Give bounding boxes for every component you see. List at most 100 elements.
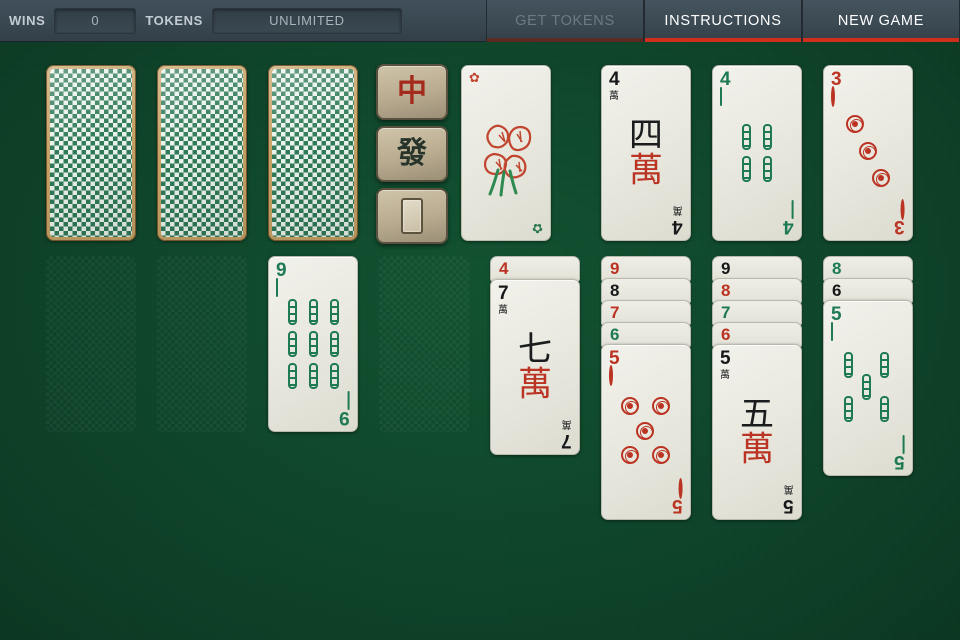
card-index-bottom-right: 5 [894,435,905,472]
rank-text: 4 [672,216,683,237]
flower-corner-icon-bottom: ✿ [532,220,543,235]
card-7-characters[interactable]: 7 萬 七 萬 7 萬 [490,279,580,455]
circle-suit-icon [901,199,905,220]
card-5-bamboo[interactable]: 5 5 [823,300,913,476]
rank-text: 5 [672,495,683,516]
tableau-column-1[interactable] [46,256,136,432]
card-index-top-left: 5 [609,349,620,386]
rank-text: 4 [783,216,794,237]
suit-glyph: 萬 [720,370,730,381]
rank-text: 8 [610,281,620,300]
red-dragon-slot[interactable]: 中 [376,64,448,120]
card-index-bottom-right: 7 萬 [561,418,572,451]
card-center-art [824,348,912,428]
bamboo-row [287,299,339,325]
circle-icon [652,446,670,464]
suit-glyph: 萬 [784,483,794,494]
rank-text: 7 [721,303,731,322]
bamboo-icon [844,352,853,378]
circle-icon [872,169,890,187]
card-5-characters[interactable]: 5 萬 五 萬 5 萬 [712,344,802,520]
circle-icon [621,397,639,415]
bamboo-suit-icon [831,322,833,341]
card-9-bamboo[interactable]: 9 9 [268,256,358,432]
card-index-top-left: 4 萬 [609,70,620,102]
bamboo-icon [329,363,339,389]
white-dragon-icon [401,198,423,234]
card-index-top-left: 3 [831,70,842,107]
card-index-top-left: 9 [276,261,287,297]
card-center-art: 五 萬 [713,397,801,466]
rank-text: 7 [610,303,620,322]
circle-suit-icon [831,86,835,107]
circle-icon [621,446,639,464]
center-number-glyph: 七 [518,329,552,370]
rank-text: 5 [894,451,905,472]
instructions-label: INSTRUCTIONS [664,13,782,29]
card-4-bamboo[interactable]: 4 4 [712,65,802,241]
flower-card[interactable]: ✿ ✿ [461,65,551,241]
card-center-art [713,124,801,182]
card-index-top-left: 5 [831,305,842,341]
card-center-art [269,299,357,389]
bamboo-icon [287,331,297,357]
wins-value: 0 [91,13,100,28]
tokens-label: TOKENS [145,13,203,28]
rank-text: 9 [339,407,350,428]
card-index-bottom-right: 4 萬 [672,204,683,237]
rank-text: 6 [610,325,620,344]
get-tokens-button[interactable]: GET TOKENS [486,0,644,42]
card-index-top-left: 4 [720,69,731,106]
center-number-glyph: 四 [629,115,663,156]
wins-value-field: 0 [54,7,137,34]
rank-text: 3 [894,216,905,237]
new-game-button[interactable]: NEW GAME [802,0,960,42]
card-center-art: 七 萬 [491,332,579,401]
tableau-column-4[interactable] [379,256,469,432]
tokens-group: TOKENS UNLIMITED [136,0,402,41]
bamboo-suit-icon [903,435,905,454]
card-index-top-left: 5 萬 [720,349,731,381]
circle-icon [859,142,877,160]
card-back-1[interactable] [46,65,136,241]
card-index-bottom-right: 4 [783,200,794,237]
rank-text: 4 [720,69,731,90]
bamboo-icon [844,396,853,422]
center-suit-glyph: 萬 [518,364,552,404]
circle-suit-icon [609,365,613,386]
circle-icon [846,115,864,133]
card-back-3[interactable] [268,65,358,241]
green-dragon-slot[interactable]: 發 [376,126,448,182]
card-center-art [602,393,690,471]
bamboo-icon [287,299,297,325]
bamboo-icon [742,156,751,182]
suit-glyph: 萬 [609,91,619,102]
red-dragon-glyph: 中 [397,74,427,109]
bamboo-row [742,156,772,182]
new-game-label: NEW GAME [837,13,925,29]
tokens-value: UNLIMITED [269,13,345,28]
rank-text: 7 [561,430,572,451]
rank-text: 9 [610,259,620,278]
card-center-art [824,107,912,199]
card-5-circles[interactable]: 5 5 [601,344,691,520]
rank-text: 6 [832,281,842,300]
bamboo-icon [862,374,871,400]
tokens-value-field: UNLIMITED [211,7,402,34]
rank-text: 5 [783,495,794,516]
bamboo-suit-icon [720,87,722,106]
card-3-circles[interactable]: 3 3 [823,65,913,241]
card-back-2[interactable] [157,65,247,241]
card-4-characters[interactable]: 4 萬 四 萬 4 萬 [601,65,691,241]
tableau-column-2[interactable] [157,256,247,432]
card-index-top-left: 7 萬 [498,284,509,316]
card-center-art: 四 萬 [602,118,690,187]
center-suit-glyph: 萬 [629,150,663,190]
suit-glyph: 萬 [562,418,572,429]
instructions-button[interactable]: INSTRUCTIONS [644,0,802,42]
circle-icon [652,397,670,415]
game-board: 中 發 ✿ ✿ 4 萬 四 萬 4 萬 4 4 3 3 9 9 4 7 萬 七 … [0,42,960,640]
white-dragon-slot[interactable] [376,188,448,244]
circle-suit-icon [679,478,683,499]
